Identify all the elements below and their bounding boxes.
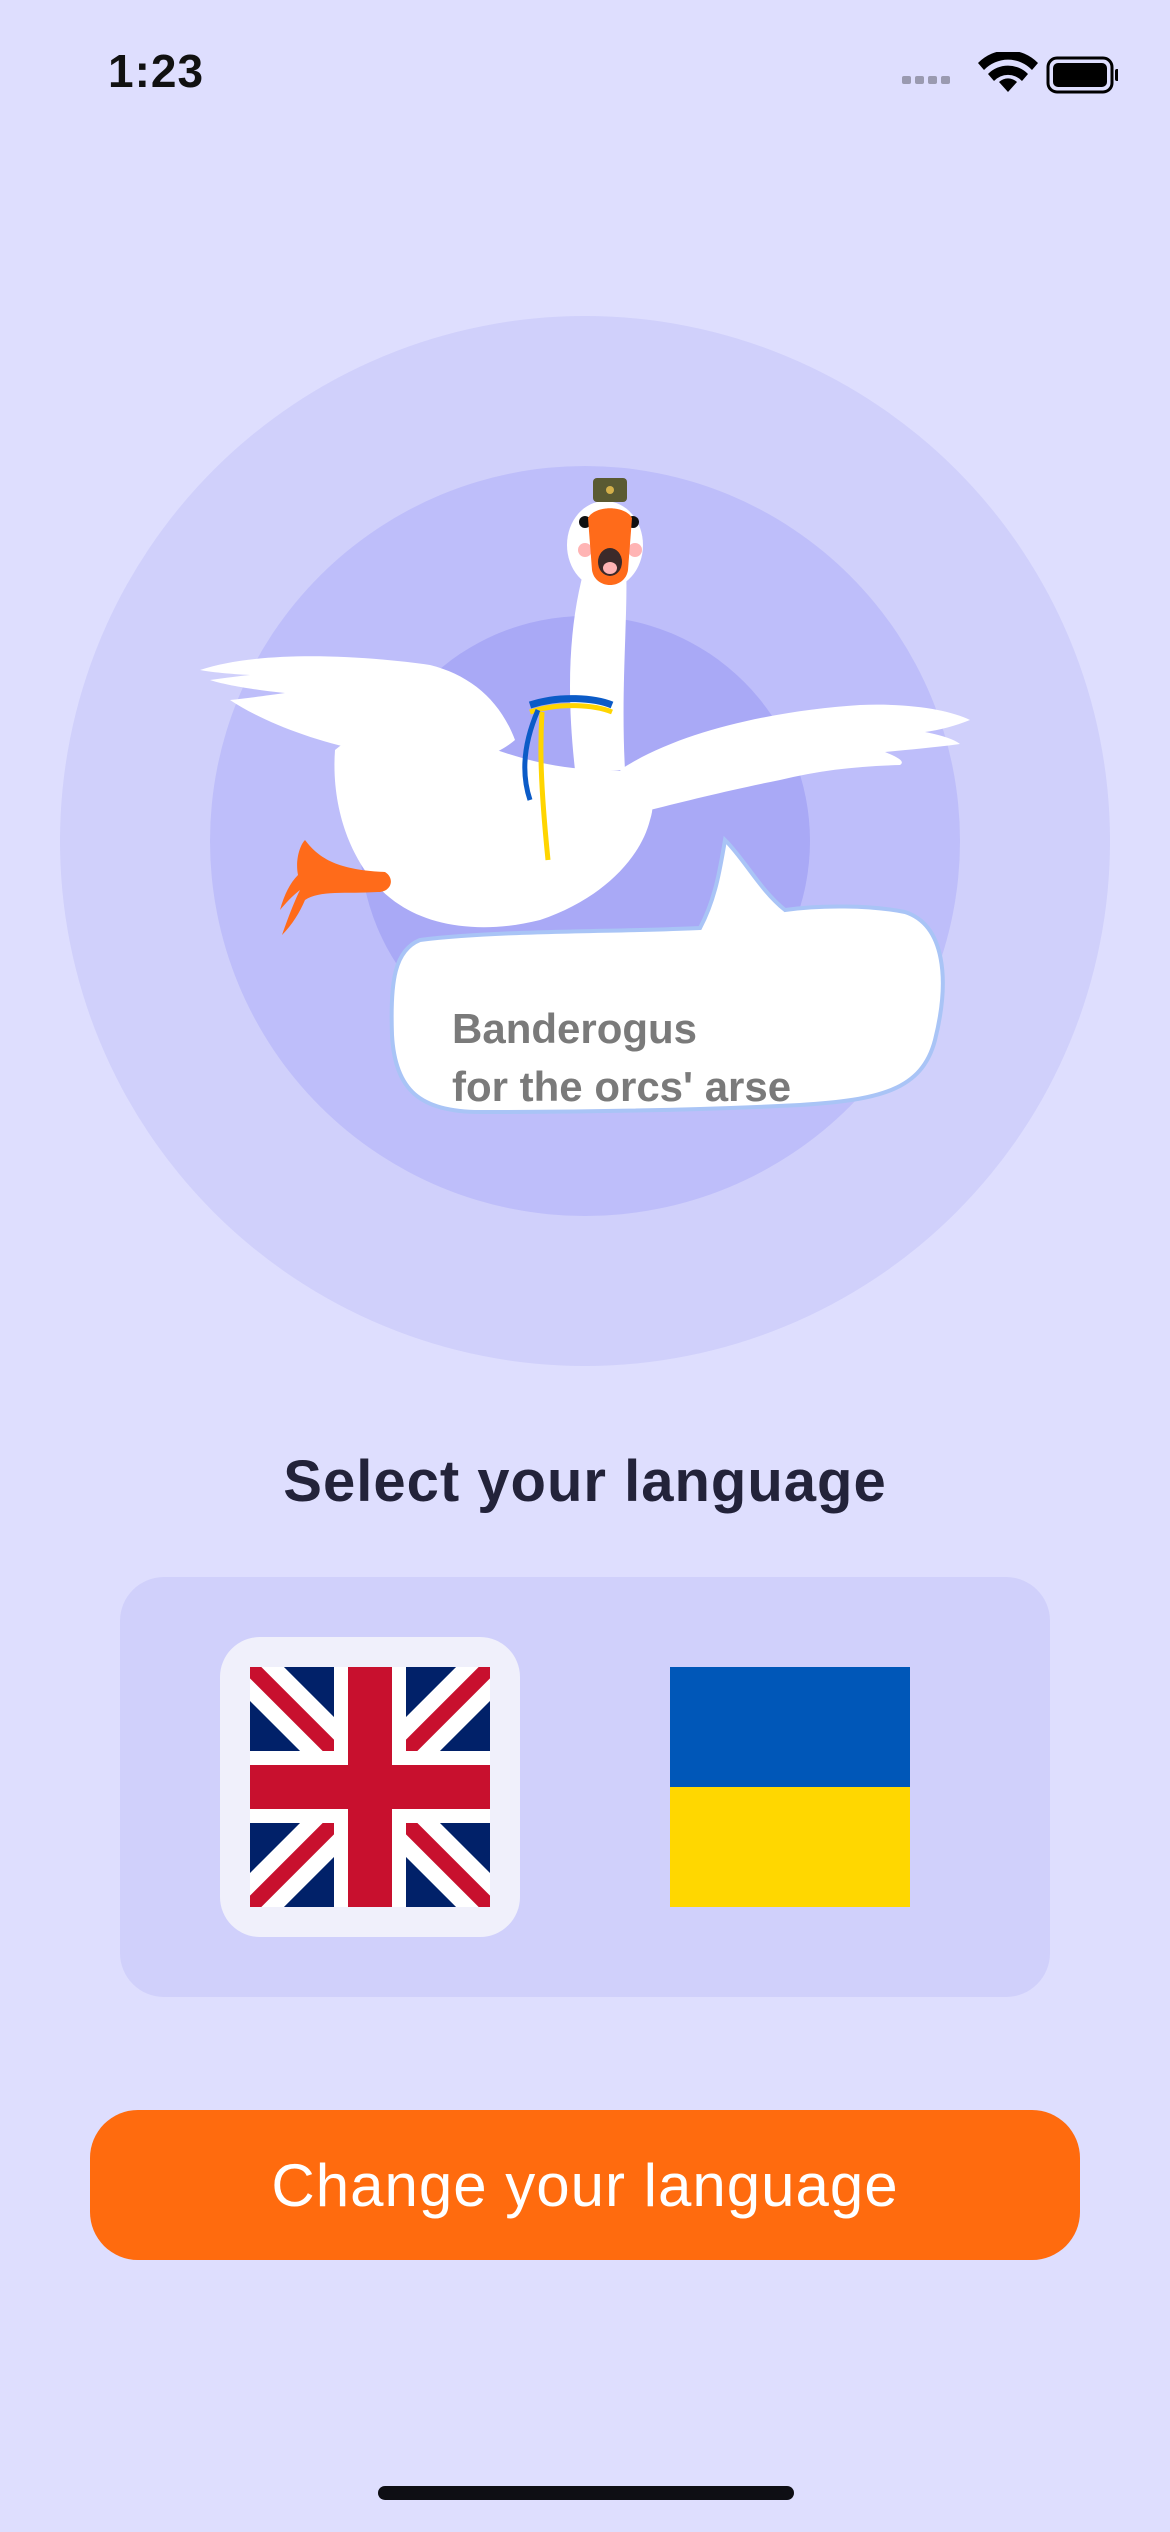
hero-illustration: Banderogus for the orcs' arse bbox=[0, 300, 1170, 1380]
language-option-ukrainian[interactable] bbox=[640, 1637, 940, 1937]
change-language-button[interactable]: Change your language bbox=[90, 2110, 1080, 2260]
speech-bubble-line-2: for the orcs' arse bbox=[452, 1063, 792, 1110]
language-options-panel bbox=[120, 1577, 1050, 1997]
uk-flag-icon bbox=[250, 1667, 490, 1907]
status-time: 1:23 bbox=[108, 45, 205, 97]
goose-icon bbox=[200, 478, 970, 1115]
home-indicator bbox=[378, 2486, 794, 2500]
status-icons bbox=[902, 52, 1118, 94]
status-bar: 1:23 bbox=[0, 0, 1170, 140]
language-option-english[interactable] bbox=[220, 1637, 520, 1937]
wifi-icon bbox=[978, 52, 1038, 92]
ukraine-flag-icon bbox=[670, 1667, 910, 1907]
speech-bubble-line-1: Banderogus bbox=[452, 1005, 698, 1052]
signal-icon bbox=[902, 76, 950, 84]
battery-icon bbox=[1046, 56, 1118, 94]
page-title: Select your language bbox=[283, 1449, 887, 1514]
speech-bubble: Banderogus for the orcs' arse bbox=[452, 1000, 912, 1116]
